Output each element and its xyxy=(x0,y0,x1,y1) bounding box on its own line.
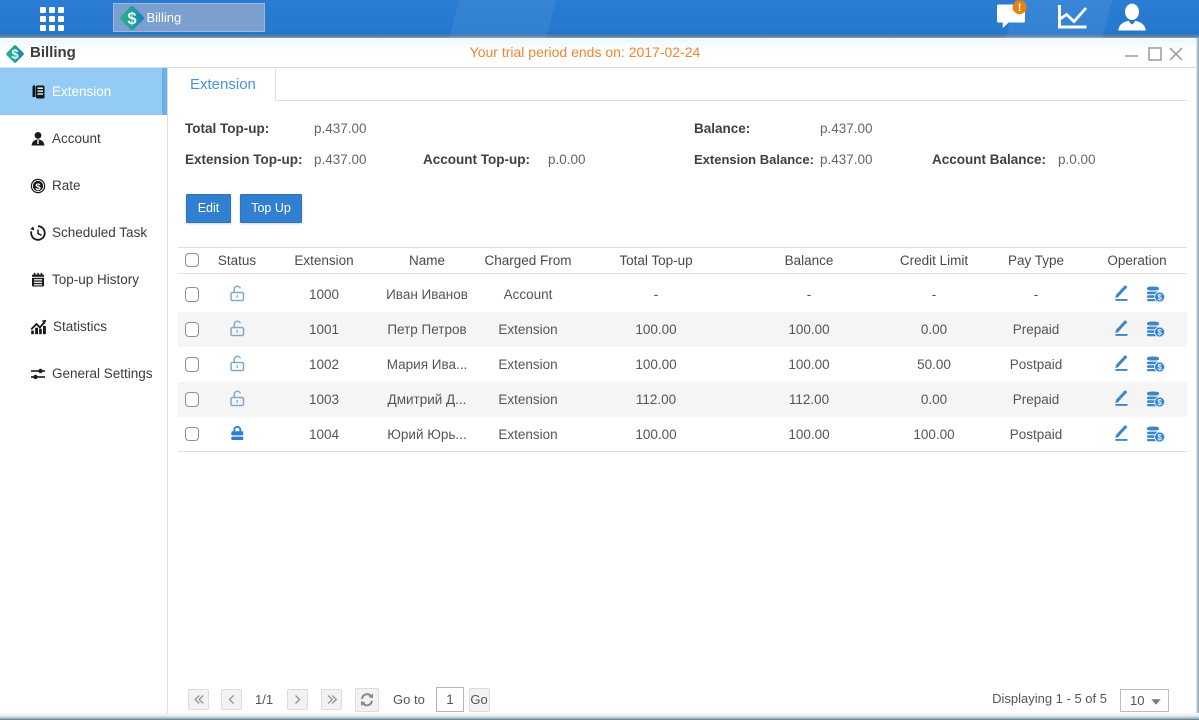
svg-text:$: $ xyxy=(127,10,136,28)
svg-text:$: $ xyxy=(35,182,41,193)
svg-text:!: ! xyxy=(1018,2,1022,14)
